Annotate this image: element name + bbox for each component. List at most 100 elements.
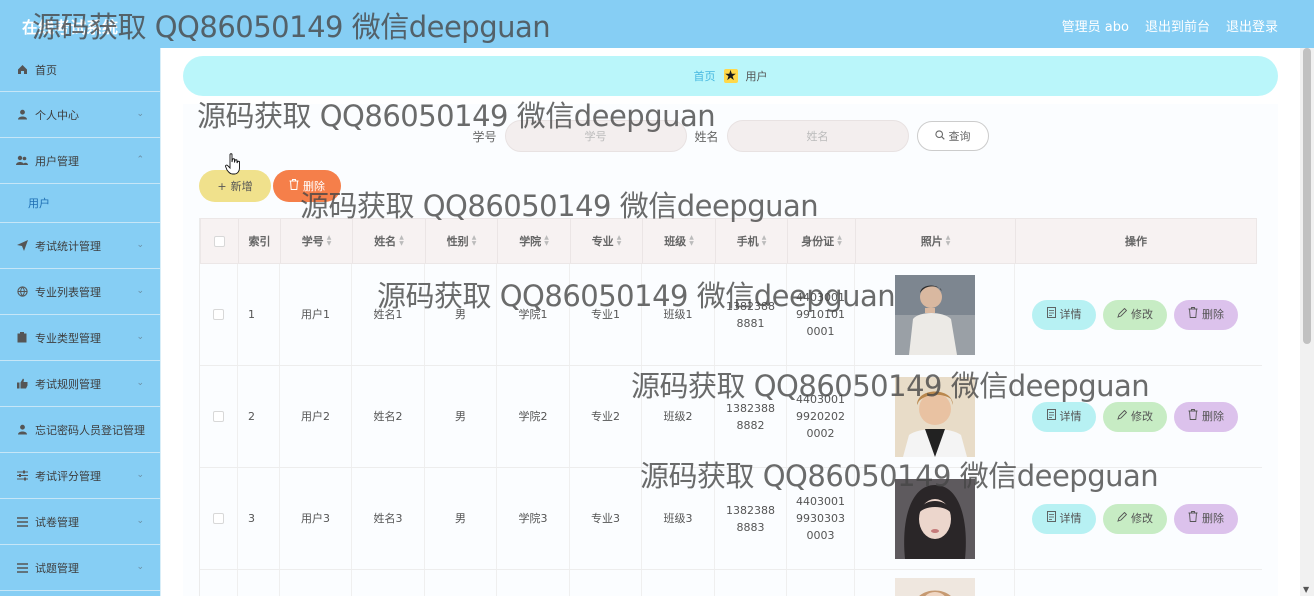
cell-idcard: 440300199202020002 (787, 366, 855, 467)
sidebar-item-label: 考试规则管理 (35, 377, 101, 391)
delete-button[interactable]: 删除 (1174, 503, 1238, 534)
user-photo[interactable] (894, 478, 975, 559)
column-header[interactable]: 学院 ▲ ▼ (498, 219, 571, 263)
sidebar-item-paper-management[interactable]: 试卷管理 ⌄ (0, 499, 160, 545)
row-checkbox[interactable] (213, 513, 224, 524)
column-header[interactable]: 性别 ▲ ▼ (426, 219, 498, 263)
row-checkbox[interactable] (213, 411, 224, 422)
student-id-input[interactable]: 学号 (504, 120, 687, 152)
cell-class: 班级1 (642, 264, 715, 365)
table-row[interactable]: 3 用户3 姓名3 男 学院3 专业3 班级3 13823888883 4403… (200, 468, 1262, 570)
sidebar-item-user-management[interactable]: 用户管理 ⌃ (0, 138, 160, 184)
cell-student-id: 用户1 (280, 264, 352, 365)
logout-link[interactable]: 退出登录 (1226, 16, 1278, 35)
sidebar-item-home[interactable]: 首页 (0, 48, 160, 92)
scrollbar-thumb[interactable] (1303, 48, 1311, 344)
chevron-up-icon: ⌃ (136, 155, 144, 165)
sort-icon[interactable]: ▲ ▼ (946, 235, 951, 247)
sidebar-item-label: 用户管理 (35, 154, 79, 168)
chevron-down-icon: ⌄ (136, 332, 144, 342)
sort-icon[interactable]: ▲ ▼ (762, 235, 767, 247)
column-header[interactable]: 学号 ▲ ▼ (281, 219, 353, 263)
column-header[interactable]: 照片 ▲ ▼ (856, 219, 1016, 263)
cell-student-id: 用户3 (280, 468, 352, 569)
student-id-label: 学号 (472, 129, 497, 144)
sort-icon[interactable]: ▲ ▼ (544, 235, 549, 247)
sort-icon[interactable]: ▲ ▼ (399, 235, 404, 247)
cell-college: 学院3 (497, 468, 570, 569)
user-table: 索引 学号 ▲ ▼ 姓名 ▲ ▼ 性别 ▲ ▼ 学院 ▲ ▼ 专业 ▲ ▼ 班级 ▲ ▼ 手机 ▲ ▼ 身份… (199, 218, 1262, 596)
cell-major: 专业2 (570, 366, 642, 467)
name-input[interactable]: 姓名 (726, 120, 909, 152)
edit-button[interactable]: 修改 (1103, 299, 1167, 330)
sort-icon[interactable]: ▲ ▼ (689, 235, 694, 247)
sidebar-item-label: 考试评分管理 (35, 469, 101, 483)
sidebar-item-label: 专业类型管理 (35, 331, 101, 345)
breadcrumb: 首页 ★ 用户 (183, 56, 1278, 96)
sidebar-item-major-type[interactable]: 专业类型管理 ⌄ (0, 315, 160, 361)
row-checkbox[interactable] (213, 309, 224, 320)
sidebar-item-label: 忘记密码人员登记管理 (35, 423, 145, 437)
select-all-checkbox-cell (201, 219, 239, 263)
sidebar-item-personal-center[interactable]: 个人中心 ⌄ (0, 92, 160, 138)
cell-gender: 男 (425, 366, 497, 467)
column-header[interactable]: 索引 (239, 219, 281, 263)
cell-phone: 13823888881 (715, 264, 787, 365)
sidebar-item-forgot-password-registry[interactable]: 忘记密码人员登记管理 (0, 407, 160, 453)
user-photo[interactable] (894, 578, 975, 596)
column-header[interactable]: 姓名 ▲ ▼ (353, 219, 426, 263)
document-icon (1046, 306, 1056, 323)
back-to-front-link[interactable]: 退出到前台 (1145, 16, 1210, 35)
sidebar-item-exam-rules[interactable]: 考试规则管理 ⌄ (0, 361, 160, 407)
column-header[interactable]: 手机 ▲ ▼ (716, 219, 788, 263)
detail-button[interactable]: 详情 (1032, 401, 1096, 432)
edit-button[interactable]: 修改 (1103, 401, 1167, 432)
sort-icon[interactable]: ▲ ▼ (472, 235, 477, 247)
column-header[interactable]: 专业 ▲ ▼ (571, 219, 643, 263)
document-icon (1046, 510, 1056, 527)
chevron-down-icon: ⌄ (136, 109, 144, 119)
sidebar-subitem-user[interactable]: 用户 (0, 184, 160, 223)
home-icon (16, 64, 28, 76)
table-header: 索引 学号 ▲ ▼ 姓名 ▲ ▼ 性别 ▲ ▼ 学院 ▲ ▼ 专业 ▲ ▼ 班级 ▲ ▼ 手机 ▲ ▼ 身份… (200, 218, 1257, 264)
sidebar-item-label: 试题管理 (35, 561, 79, 575)
star-icon: ★ (723, 68, 738, 84)
query-label: 查询 (948, 130, 971, 143)
edit-button[interactable]: 修改 (1103, 503, 1167, 534)
detail-button[interactable]: 详情 (1032, 299, 1096, 330)
cell-index: 2 (238, 366, 280, 467)
top-links: 管理员 abo 退出到前台 退出登录 (1062, 16, 1278, 35)
sort-icon[interactable]: ▲ ▼ (617, 235, 622, 247)
table-row[interactable] (200, 570, 1262, 596)
sidebar-item-label: 试卷管理 (35, 515, 79, 529)
delete-button[interactable]: 删除 (1174, 401, 1238, 432)
chevron-down-icon: ⌄ (136, 562, 144, 572)
column-header[interactable]: 班级 ▲ ▼ (643, 219, 716, 263)
user-photo[interactable] (894, 274, 975, 355)
cell-gender: 男 (425, 468, 497, 569)
column-header[interactable]: 身份证 ▲ ▼ (788, 219, 856, 263)
page-scrollbar[interactable]: ▼ (1300, 48, 1314, 596)
sidebar: 首页 个人中心 ⌄ 用户管理 ⌃ 用户 考试统计管理 ⌄ 专业列表管理 ⌄ 专业… (0, 48, 161, 596)
delete-button[interactable]: 删除 (1174, 299, 1238, 330)
table-row[interactable]: 2 用户2 姓名2 男 学院2 专业2 班级2 13823888882 4403… (200, 366, 1262, 468)
detail-button[interactable]: 详情 (1032, 503, 1096, 534)
sidebar-item-major-list[interactable]: 专业列表管理 ⌄ (0, 269, 160, 315)
query-button[interactable]: 查询 (916, 121, 989, 151)
sidebar-item-label: 考试统计管理 (35, 239, 101, 253)
sort-icon[interactable]: ▲ ▼ (837, 235, 842, 247)
sidebar-item-exam-stats[interactable]: 考试统计管理 ⌄ (0, 223, 160, 269)
table-row[interactable]: 1 用户1 姓名1 男 学院1 专业1 班级1 13823888881 4403… (200, 264, 1262, 366)
sort-icon[interactable]: ▲ ▼ (327, 235, 332, 247)
sidebar-item-exam-scoring[interactable]: 考试评分管理 ⌄ (0, 453, 160, 499)
plus-icon: + (217, 179, 227, 193)
sidebar-item-question-management[interactable]: 试题管理 ⌄ (0, 545, 160, 591)
scroll-down-arrow-icon[interactable]: ▼ (1303, 585, 1309, 594)
cell-major: 专业1 (570, 264, 642, 365)
select-all-checkbox[interactable] (214, 235, 225, 247)
user-photo[interactable] (894, 376, 975, 457)
breadcrumb-current: 用户 (745, 70, 768, 83)
breadcrumb-home[interactable]: 首页 (694, 68, 716, 84)
search-form: 学号 学号 姓名 姓名 查询 (183, 120, 1278, 152)
batch-delete-button[interactable]: 删除 (273, 170, 341, 202)
